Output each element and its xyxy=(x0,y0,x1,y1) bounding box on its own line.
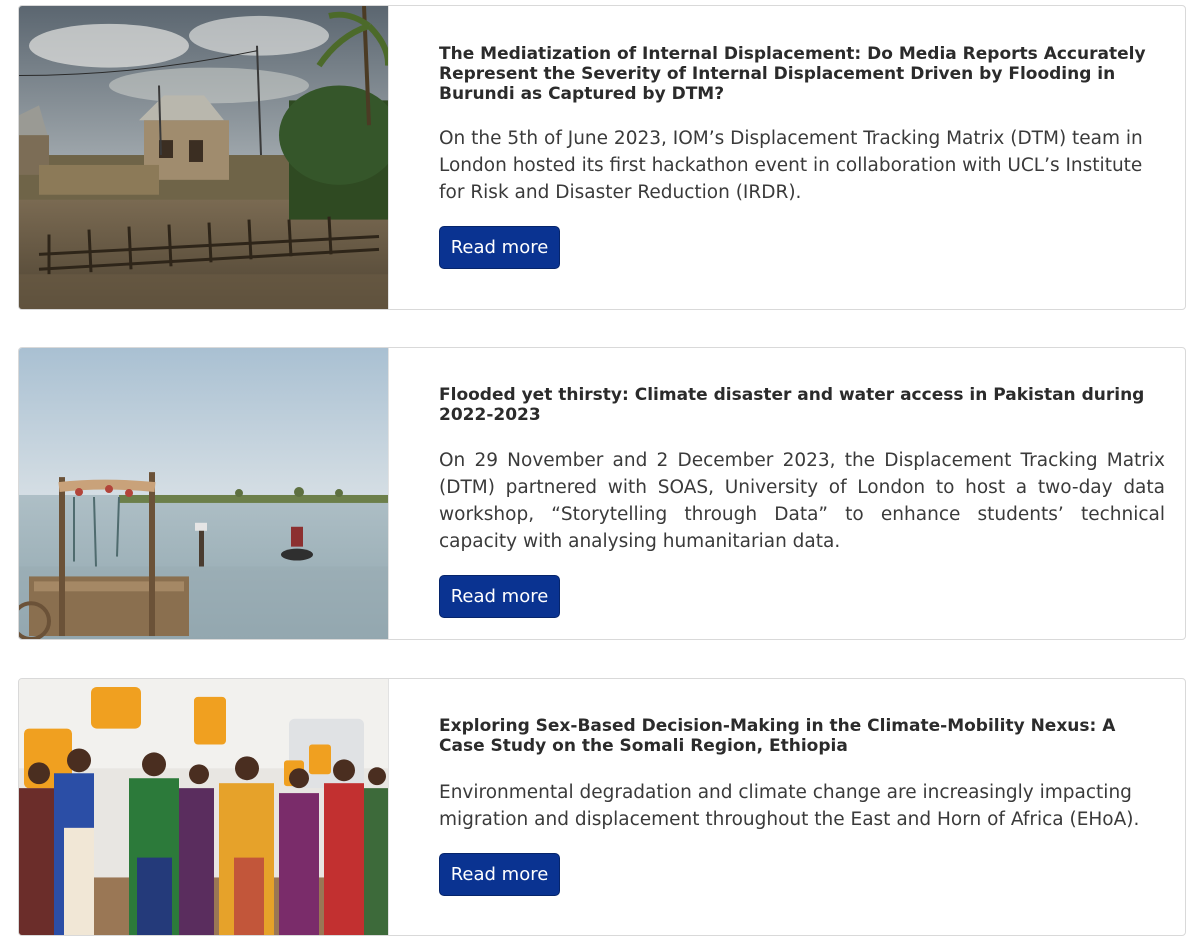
article-summary: On 29 November and 2 December 2023, the … xyxy=(439,450,1165,552)
flooded-plain-image xyxy=(19,348,388,639)
article-thumbnail-women-jerrycans[interactable] xyxy=(19,679,389,935)
news-feed: The Mediatization of Internal Displaceme… xyxy=(0,0,1200,949)
article-thumbnail-flooded-plain[interactable] xyxy=(19,348,389,639)
article-body: Exploring Sex-Based Decision-Making in t… xyxy=(389,679,1185,935)
article-card: Flooded yet thirsty: Climate disaster an… xyxy=(18,347,1186,640)
flooded-village-image xyxy=(19,6,388,309)
article-body: The Mediatization of Internal Displaceme… xyxy=(389,6,1185,309)
read-more-button[interactable]: Read more xyxy=(439,226,560,269)
article-title[interactable]: Flooded yet thirsty: Climate disaster an… xyxy=(439,385,1165,425)
article-title[interactable]: The Mediatization of Internal Displaceme… xyxy=(439,44,1165,104)
read-more-button[interactable]: Read more xyxy=(439,575,560,618)
article-card: Exploring Sex-Based Decision-Making in t… xyxy=(18,678,1186,936)
women-with-jerrycans-image xyxy=(19,679,388,935)
article-title[interactable]: Exploring Sex-Based Decision-Making in t… xyxy=(439,716,1165,756)
article-thumbnail-flooded-village[interactable] xyxy=(19,6,389,309)
article-summary: On the 5th of June 2023, IOM’s Displacem… xyxy=(439,128,1143,203)
article-card: The Mediatization of Internal Displaceme… xyxy=(18,5,1186,310)
article-body: Flooded yet thirsty: Climate disaster an… xyxy=(389,348,1185,639)
read-more-button[interactable]: Read more xyxy=(439,853,560,896)
article-summary: Environmental degradation and climate ch… xyxy=(439,782,1140,830)
